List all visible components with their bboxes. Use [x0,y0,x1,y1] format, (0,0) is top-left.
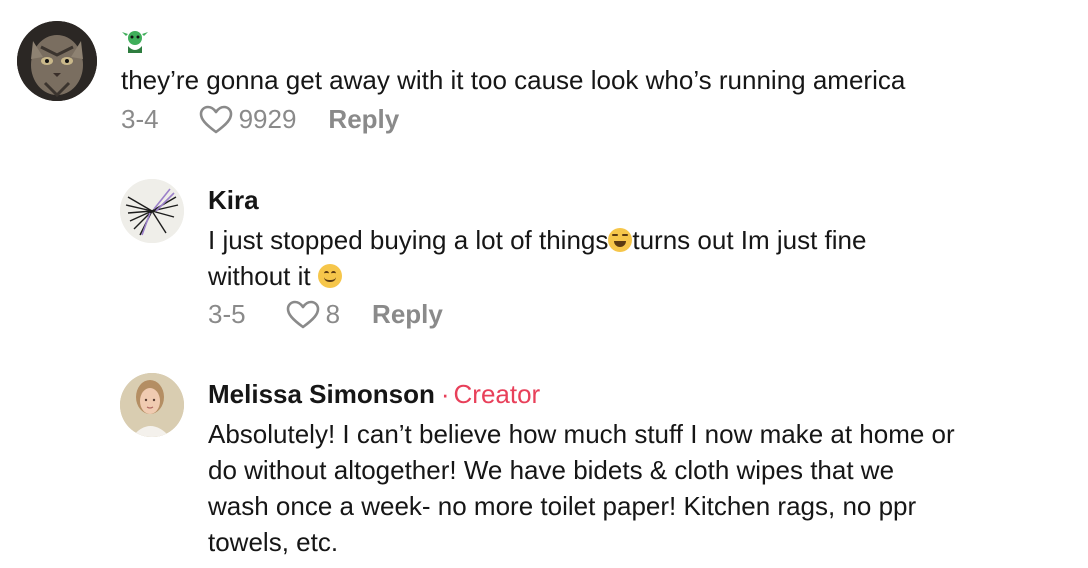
like-button[interactable]: 8 [286,299,340,330]
reply-button[interactable]: Reply [372,299,443,330]
commenter-name-row: Melissa Simonson · Creator [208,378,540,410]
goblin-emoji-icon [122,31,148,53]
laughing-emoji-icon [608,228,633,252]
comment-meta: 3-4 9929 Reply [121,104,399,135]
comment-text-line: wash once a week- no more toilet paper! … [208,491,917,521]
reply-button[interactable]: Reply [328,104,399,135]
comment-text-part: I just stopped buying a lot of things [208,225,609,255]
heart-icon [286,300,319,328]
comment-text-line: do without altogether! We have bidets & … [208,455,895,485]
commenter-name[interactable]: Melissa Simonson [208,379,435,409]
comment-text: they’re gonna get away with it too cause… [121,65,906,95]
comment-date: 3-4 [121,104,159,134]
separator-dot: · [440,379,450,409]
bird-avatar-image [120,179,184,243]
heart-icon [199,105,232,133]
avatar-melissa[interactable] [120,373,184,437]
comment-meta: 3-5 8 Reply [208,299,443,330]
like-count: 9929 [238,104,297,134]
comment-date: 3-5 [208,299,246,329]
creator-badge: Creator [453,379,541,409]
commenter-name-row: Kira [208,184,259,216]
comment-text-part: turns out Im just fine [632,225,867,255]
avatar-cat[interactable] [17,21,97,101]
comment-text-part: without it [208,261,318,291]
comment-text: I just stopped buying a lot of things tur… [208,222,866,294]
comment-text-line: Absolutely! I can’t believe how much stu… [208,419,955,449]
cat-avatar-image [17,21,97,101]
smiling-emoji-icon [317,264,342,288]
commenter-name[interactable]: Kira [208,185,259,215]
person-avatar-image [120,373,184,437]
like-button[interactable]: 9929 [199,104,297,135]
comment-text-line: towels, etc. [208,527,339,557]
avatar-kira[interactable] [120,179,184,243]
like-count: 8 [325,299,341,329]
comment-text: Absolutely! I can’t believe how much stu… [208,416,955,560]
